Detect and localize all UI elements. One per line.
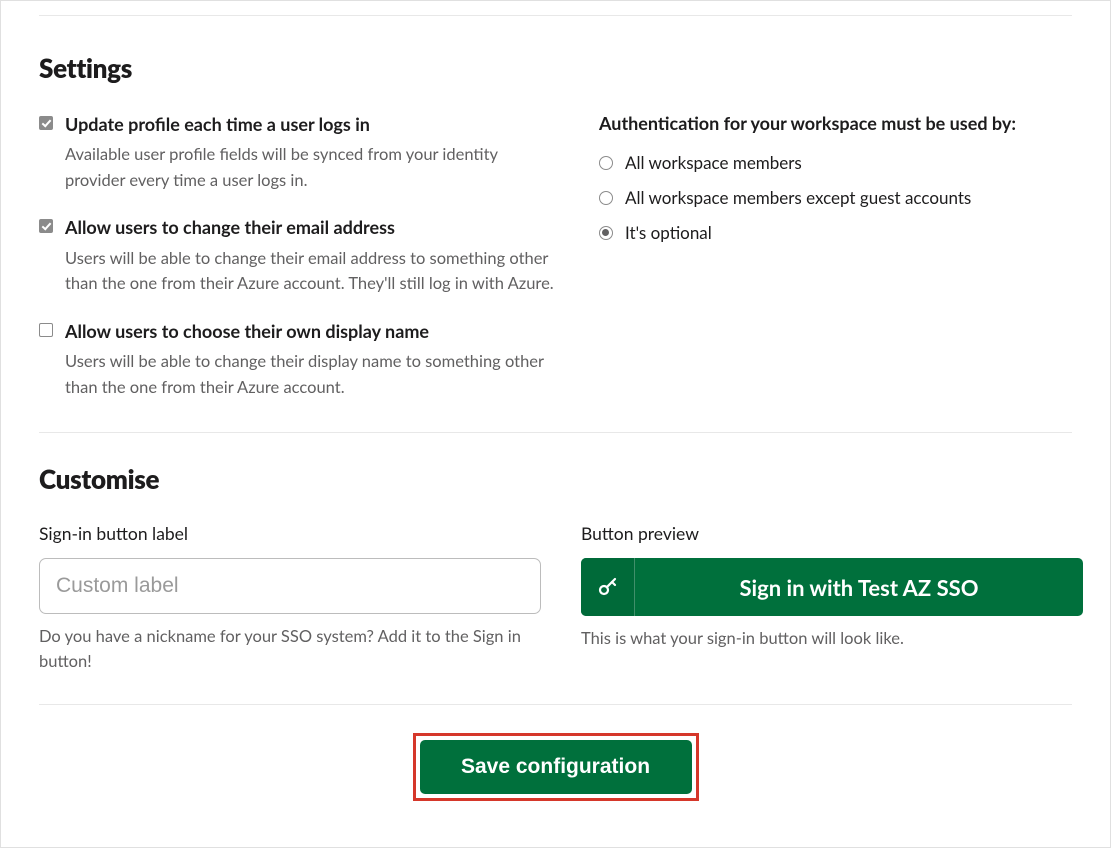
radio-label: All workspace members <box>625 152 802 173</box>
auth-column: Authentication for your workspace must b… <box>599 112 1072 400</box>
signin-label-field-label: Sign-in button label <box>39 523 541 544</box>
radio-input[interactable] <box>599 156 613 170</box>
setting-update-profile[interactable]: Update profile each time a user logs in … <box>39 112 559 193</box>
save-button-highlight: Save configuration <box>413 733 699 801</box>
button-preview-hint: This is what your sign-in button will lo… <box>581 626 1083 651</box>
radio-input[interactable] <box>599 191 613 205</box>
setting-change-email[interactable]: Allow users to change their email addres… <box>39 215 559 296</box>
radio-all-members[interactable]: All workspace members <box>599 152 1072 173</box>
radio-optional[interactable]: It's optional <box>599 222 1072 243</box>
settings-checkboxes-column: Update profile each time a user logs in … <box>39 112 559 400</box>
setting-desc: Users will be able to change their email… <box>65 246 559 297</box>
setting-desc: Available user profile fields will be sy… <box>65 142 559 193</box>
setting-title: Allow users to choose their own display … <box>65 319 559 343</box>
signin-hint: Do you have a nickname for your SSO syst… <box>39 624 541 674</box>
divider-bottom <box>39 704 1072 705</box>
divider-mid <box>39 432 1072 433</box>
divider-top <box>39 15 1072 16</box>
setting-desc: Users will be able to change their displ… <box>65 349 559 400</box>
setting-display-name[interactable]: Allow users to choose their own display … <box>39 319 559 400</box>
customise-heading: Customise <box>39 463 1072 495</box>
radio-label: All workspace members except guest accou… <box>625 187 971 208</box>
checkbox-update-profile[interactable] <box>39 116 53 130</box>
radio-label: It's optional <box>625 222 712 243</box>
setting-title: Allow users to change their email addres… <box>65 215 559 239</box>
button-preview: Sign in with Test AZ SSO <box>581 558 1083 616</box>
auth-heading: Authentication for your workspace must b… <box>599 112 1072 134</box>
setting-title: Update profile each time a user logs in <box>65 112 559 136</box>
signin-label-input[interactable] <box>39 558 541 614</box>
button-preview-text: Sign in with Test AZ SSO <box>635 558 1083 616</box>
radio-except-guests[interactable]: All workspace members except guest accou… <box>599 187 1072 208</box>
checkbox-display-name[interactable] <box>39 323 53 337</box>
key-icon <box>581 558 635 616</box>
checkbox-change-email[interactable] <box>39 219 53 233</box>
radio-input[interactable] <box>599 226 613 240</box>
settings-heading: Settings <box>39 52 1072 84</box>
save-configuration-button[interactable]: Save configuration <box>420 740 692 794</box>
button-preview-label: Button preview <box>581 523 1083 544</box>
